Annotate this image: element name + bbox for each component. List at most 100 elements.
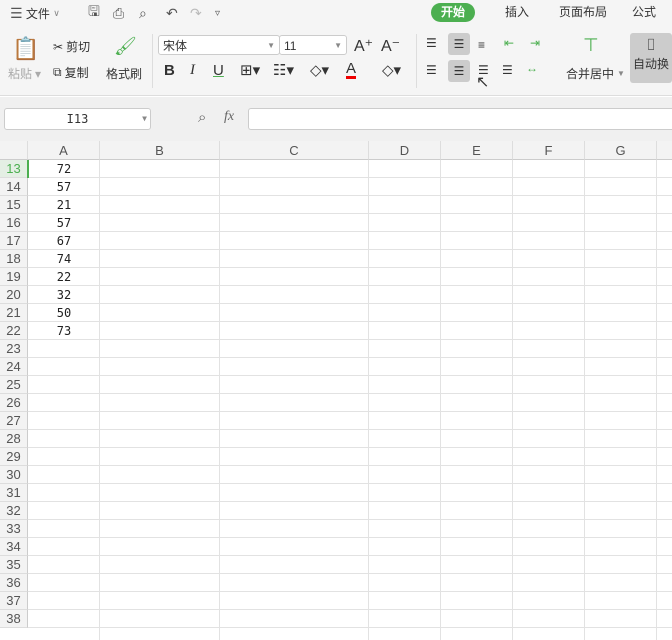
underline-icon[interactable]: U	[213, 62, 224, 79]
tab-insert[interactable]: 插入	[495, 3, 539, 22]
clear-icon[interactable]: ◇▾	[382, 61, 401, 79]
gridline	[28, 285, 672, 286]
decrease-indent-icon[interactable]: ⇤	[504, 36, 514, 50]
gridline	[99, 160, 100, 640]
align-left-icon[interactable]: ☰	[426, 63, 437, 77]
row-header[interactable]: 22	[0, 322, 28, 340]
tab-page-layout[interactable]: 页面布局	[549, 3, 617, 22]
column-header[interactable]: C	[220, 141, 369, 160]
row-header[interactable]: 18	[0, 250, 28, 268]
cell[interactable]: 57	[28, 214, 100, 232]
row-header[interactable]: 37	[0, 592, 28, 610]
cell[interactable]: 22	[28, 268, 100, 286]
align-top-icon[interactable]: ☰	[426, 36, 437, 50]
column-header[interactable]: G	[585, 141, 657, 160]
row-header[interactable]: 38	[0, 610, 28, 628]
row-header[interactable]: 32	[0, 502, 28, 520]
cell[interactable]: 74	[28, 250, 100, 268]
column-header[interactable]: F	[513, 141, 585, 160]
print-icon[interactable]: ⎙	[113, 4, 124, 22]
tab-home[interactable]: 开始	[431, 3, 476, 22]
undo-icon[interactable]: ↶	[166, 4, 178, 22]
italic-icon[interactable]: I	[190, 62, 195, 79]
column-header[interactable]: D	[369, 141, 441, 160]
cell[interactable]: 67	[28, 232, 100, 250]
font-color-icon[interactable]: A	[346, 61, 357, 79]
row-header[interactable]: 25	[0, 376, 28, 394]
fx-icon[interactable]: fx	[224, 109, 234, 125]
format-painter-button[interactable]: 格式刷	[106, 65, 142, 82]
cell[interactable]: 32	[28, 286, 100, 304]
column-header[interactable]: B	[100, 141, 220, 160]
gridline	[28, 195, 672, 196]
align-center-icon[interactable]: ☰	[448, 60, 470, 82]
row-header[interactable]: 20	[0, 286, 28, 304]
row-header[interactable]: 27	[0, 412, 28, 430]
font-size-select[interactable]: 11 ▼	[279, 35, 347, 55]
select-all[interactable]	[0, 141, 28, 160]
cut-button[interactable]: ✂ 剪切	[53, 38, 90, 55]
increase-font-icon[interactable]: A⁺	[354, 36, 373, 56]
row-header[interactable]: 29	[0, 448, 28, 466]
row-header[interactable]: 34	[0, 538, 28, 556]
column-header[interactable]: A	[28, 141, 100, 160]
gridline	[28, 267, 672, 268]
row-header[interactable]: 28	[0, 430, 28, 448]
distribute-icon[interactable]: ↔	[526, 61, 538, 75]
row-header[interactable]: 35	[0, 556, 28, 574]
customize-icon[interactable]: ▿	[215, 4, 220, 22]
redo-icon[interactable]: ↷	[190, 4, 202, 22]
name-box[interactable]: I13 ▼	[4, 108, 151, 130]
row-header[interactable]: 36	[0, 574, 28, 592]
zoom-search-icon[interactable]: ⌕	[198, 109, 206, 126]
justify-icon[interactable]: ☰	[502, 63, 513, 77]
cell[interactable]: 73	[28, 322, 100, 340]
paste-icon[interactable]: 📋	[12, 36, 39, 62]
decrease-font-icon[interactable]: A⁻	[381, 36, 400, 56]
row-header[interactable]: 23	[0, 340, 28, 358]
tab-formulas[interactable]: 公式	[624, 3, 664, 22]
column-header[interactable]	[657, 141, 672, 160]
row-header[interactable]: 17	[0, 232, 28, 250]
border-icon[interactable]: ⊞▾	[240, 61, 260, 79]
scissors-icon: ✂	[53, 39, 64, 54]
row-header[interactable]: 21	[0, 304, 28, 322]
cell[interactable]: 57	[28, 178, 100, 196]
row-header[interactable]: 19	[0, 268, 28, 286]
column-header[interactable]: E	[441, 141, 513, 160]
save-icon[interactable]: 🖫	[88, 3, 100, 22]
row-header[interactable]: 33	[0, 520, 28, 538]
gridline	[440, 160, 441, 640]
cell[interactable]: 72	[28, 160, 100, 178]
fill-color-icon[interactable]: ◇▾	[310, 61, 329, 79]
cell[interactable]: 21	[28, 196, 100, 214]
row-header[interactable]: 14	[0, 178, 28, 196]
row-header[interactable]: 30	[0, 466, 28, 484]
increase-indent-icon[interactable]: ⇥	[530, 36, 540, 50]
align-bottom-icon[interactable]: ≡	[478, 38, 485, 52]
row-header[interactable]: 31	[0, 484, 28, 502]
gridline	[28, 447, 672, 448]
formula-input[interactable]	[248, 108, 672, 130]
print-preview-icon[interactable]: ⌕	[139, 4, 147, 22]
fill-pattern-icon[interactable]: ☷▾	[273, 61, 294, 79]
gridline	[28, 483, 672, 484]
row-header[interactable]: 16	[0, 214, 28, 232]
row-header[interactable]: 24	[0, 358, 28, 376]
wrap-text-button[interactable]: ⌷ 自动换	[630, 33, 672, 83]
bold-icon[interactable]: B	[164, 62, 175, 79]
row-header[interactable]: 26	[0, 394, 28, 412]
merge-center-button[interactable]: 合并居中 ▼	[566, 65, 625, 82]
file-menu[interactable]: ☰ 文件 ∨	[10, 4, 60, 22]
font-name-select[interactable]: 宋体 ▼	[158, 35, 280, 55]
row-header[interactable]: 15	[0, 196, 28, 214]
formula-bar: I13 ▼ ⌕ fx	[0, 97, 672, 141]
paste-button[interactable]: 粘贴 ▾	[8, 65, 41, 82]
gridline	[28, 555, 672, 556]
row-header[interactable]: 13	[0, 160, 28, 178]
merge-icon: ⊤	[583, 35, 599, 55]
copy-button[interactable]: ⧉ 复制	[53, 64, 89, 81]
cell[interactable]: 50	[28, 304, 100, 322]
gridline	[28, 339, 672, 340]
align-middle-icon[interactable]: ☰	[448, 33, 470, 55]
